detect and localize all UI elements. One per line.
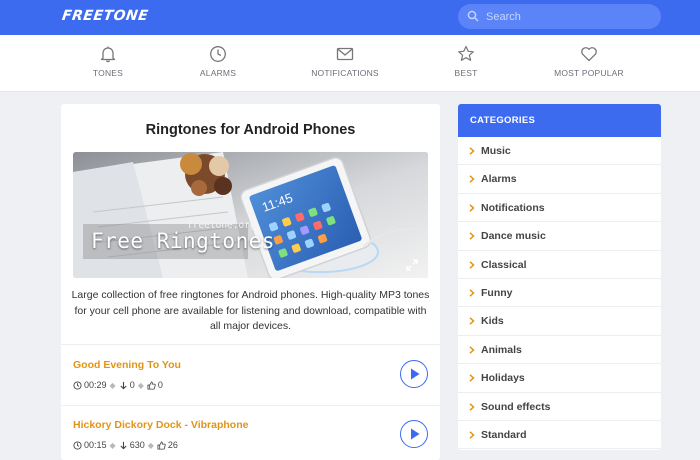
search-box[interactable] — [458, 4, 661, 29]
page-title: Ringtones for Android Phones — [145, 122, 356, 138]
site-logo[interactable]: FREETONE — [61, 8, 149, 24]
category-label: Standard — [481, 429, 527, 441]
category-nav: TONES ALARMS NOTIFICATIONS BEST MOST POP… — [0, 35, 700, 92]
play-icon — [411, 428, 420, 440]
categories-sidebar: CATEGORIES Music Alarms Notifications Dance… — [458, 104, 661, 450]
page-description: Large collection of free ringtones for A… — [71, 289, 430, 332]
meta-separator: ◆ — [109, 440, 116, 450]
star-icon — [458, 45, 474, 61]
category-label: Notifications — [481, 201, 545, 214]
thumbs-up-icon — [147, 380, 156, 390]
top-bar: FREETONE — [0, 0, 700, 35]
meta-separator: ◆ — [109, 380, 116, 390]
nav-item-tones[interactable]: TONES — [63, 35, 153, 92]
category-item[interactable]: Notifications — [458, 194, 661, 223]
category-item[interactable]: Music — [458, 137, 661, 166]
play-button[interactable] — [400, 360, 428, 388]
track-likes: 26 — [167, 440, 178, 450]
nav-item-best[interactable]: BEST — [421, 35, 511, 92]
download-icon — [120, 441, 127, 449]
expand-icon[interactable] — [406, 259, 418, 271]
category-label: Kids — [481, 315, 504, 328]
hero-image: 11:45 freetone.org Free Ringtones — [73, 152, 428, 278]
hero-photo: 11:45 — [73, 152, 428, 278]
track-duration: 00:15 — [84, 440, 107, 450]
category-label: Animals — [481, 343, 522, 356]
heart-icon — [581, 47, 597, 62]
track-title[interactable]: Hickory Dickory Dock - Vibraphone — [73, 419, 248, 431]
category-item[interactable]: Holidays — [458, 364, 661, 393]
category-label: Classical — [481, 258, 527, 271]
nav-item-most-popular[interactable]: MOST POPULAR — [544, 35, 634, 92]
category-label: Dance music — [481, 230, 546, 243]
chevron-right-icon — [469, 232, 475, 240]
chevron-right-icon — [469, 175, 475, 184]
chevron-right-icon — [469, 260, 475, 269]
chevron-right-icon — [469, 431, 475, 439]
categories-heading: CATEGORIES — [458, 104, 661, 137]
chevron-right-icon — [469, 317, 475, 326]
clock-icon — [73, 440, 82, 450]
nav-label: NOTIFICATIONS — [311, 68, 379, 78]
chevron-right-icon — [469, 289, 475, 297]
play-button[interactable] — [400, 420, 428, 448]
play-icon — [411, 368, 420, 380]
meta-separator: ◆ — [147, 440, 154, 450]
meta-separator: ◆ — [137, 380, 144, 390]
nav-item-alarms[interactable]: ALARMS — [173, 35, 263, 92]
chevron-right-icon — [469, 204, 475, 212]
category-label: Sound effects — [481, 400, 551, 413]
download-icon — [120, 381, 127, 389]
nav-label: ALARMS — [199, 68, 237, 78]
nav-label: MOST POPULAR — [554, 68, 624, 78]
track-downloads: 630 — [129, 440, 145, 450]
category-item[interactable]: Standard — [458, 421, 661, 450]
track-item: Hickory Dickory Dock - Vibraphone 00:15 … — [61, 405, 440, 460]
track-item: Good Evening To You 00:29 ◆ 0 ◆ 0 — [61, 345, 440, 405]
bell-icon — [100, 46, 116, 63]
category-label: Holidays — [481, 372, 525, 385]
thumbs-up-icon — [157, 440, 166, 450]
category-label: Music — [481, 145, 511, 157]
category-item[interactable]: Kids — [458, 307, 661, 336]
search-input[interactable] — [486, 7, 651, 26]
track-meta: 00:15 ◆ 630 ◆ 26 — [73, 440, 178, 450]
category-label: Funny — [481, 287, 513, 299]
chevron-right-icon — [469, 402, 475, 411]
category-item[interactable]: Dance music — [458, 222, 661, 251]
track-duration: 00:29 — [84, 380, 107, 390]
hero-overlay-text: Free Ringtones — [91, 229, 276, 253]
nav-label: TONES — [92, 68, 124, 78]
chevron-right-icon — [469, 147, 475, 155]
category-item[interactable]: Animals — [458, 336, 661, 365]
nav-item-notifications[interactable]: NOTIFICATIONS — [300, 35, 390, 92]
track-meta: 00:29 ◆ 0 ◆ 0 — [73, 380, 163, 390]
main-content: Ringtones for Android Phones 11:45 freet… — [61, 104, 440, 460]
chevron-right-icon — [469, 374, 475, 382]
category-label: Alarms — [481, 173, 517, 186]
track-title[interactable]: Good Evening To You — [73, 359, 181, 371]
category-item[interactable]: Sound effects — [458, 393, 661, 421]
chevron-right-icon — [469, 346, 475, 354]
category-item[interactable]: Alarms — [458, 165, 661, 194]
nav-label: BEST — [454, 68, 478, 78]
track-downloads: 0 — [129, 380, 135, 390]
clock-icon — [210, 46, 226, 62]
track-likes: 0 — [157, 380, 163, 390]
category-item[interactable]: Funny — [458, 279, 661, 308]
envelope-icon — [336, 47, 354, 61]
search-icon — [467, 10, 479, 22]
clock-icon — [73, 380, 82, 390]
category-item[interactable]: Classical — [458, 251, 661, 279]
